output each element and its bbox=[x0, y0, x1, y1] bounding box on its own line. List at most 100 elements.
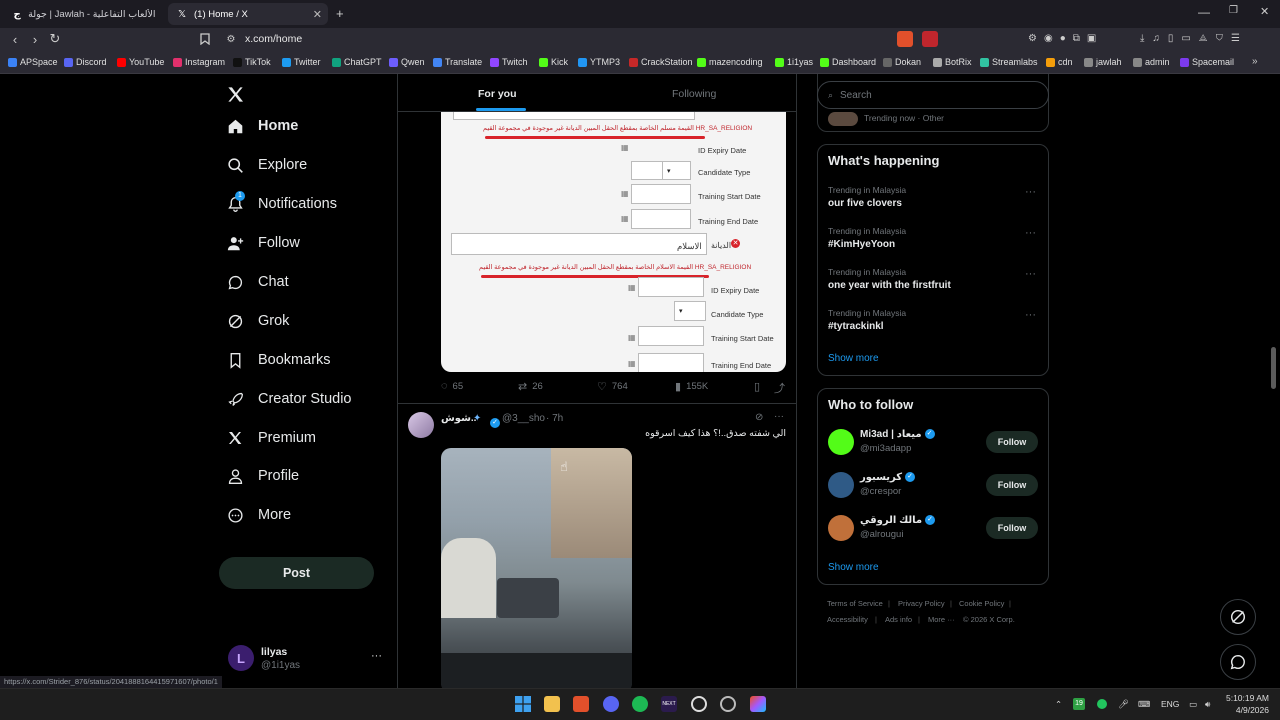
windows-start-icon[interactable] bbox=[515, 696, 531, 712]
restore-icon[interactable]: ❐ bbox=[1229, 5, 1238, 16]
trend-item[interactable]: one year with the firstfruit bbox=[828, 280, 951, 291]
views-button[interactable]: ▮ 155K bbox=[675, 380, 708, 393]
grok-icon[interactable]: ⊘ bbox=[755, 412, 763, 423]
bookmark-1i1yas[interactable]: 1i1yas bbox=[775, 57, 813, 67]
clock-time[interactable]: 5:10:19 AM bbox=[1225, 693, 1269, 703]
bookmark-youtube[interactable]: YouTube bbox=[117, 57, 164, 67]
follow-button[interactable]: Follow bbox=[986, 474, 1038, 496]
brave-shield-icon[interactable] bbox=[897, 31, 913, 47]
sidebar-item-creator-studio[interactable]: Creator Studio bbox=[226, 390, 352, 408]
reply-button[interactable]: ◌ 65 bbox=[441, 380, 463, 392]
follow-button[interactable]: Follow bbox=[986, 431, 1038, 453]
post-button[interactable]: Post bbox=[219, 557, 374, 589]
discord-icon[interactable] bbox=[603, 696, 619, 712]
bookmark-apspace[interactable]: APSpace bbox=[8, 57, 58, 67]
scrollbar[interactable] bbox=[1271, 347, 1276, 389]
x-logo-icon[interactable] bbox=[226, 85, 245, 109]
repost-button[interactable]: ⇄ 26 bbox=[518, 380, 543, 393]
trend-more-icon[interactable]: ··· bbox=[1025, 309, 1036, 321]
bookmark-mazencoding[interactable]: mazencoding bbox=[697, 57, 763, 67]
avatar[interactable] bbox=[828, 429, 854, 455]
bookmark-translate[interactable]: Translate bbox=[433, 57, 482, 67]
site-info-icon[interactable]: ⚙ bbox=[224, 32, 238, 46]
sidebar-item-more[interactable]: More bbox=[226, 506, 291, 524]
footer-terms-link[interactable]: Terms of Service bbox=[827, 599, 883, 608]
like-button[interactable]: ♡ 764 bbox=[597, 380, 628, 393]
share-button[interactable]: ⤴ bbox=[774, 380, 790, 396]
trend-more-icon[interactable]: ··· bbox=[1025, 227, 1036, 239]
footer-accessibility-link[interactable]: Accessibility bbox=[827, 615, 868, 624]
trend-item[interactable]: #tytrackinkl bbox=[828, 321, 884, 332]
bookmark-tiktok[interactable]: TikTok bbox=[233, 57, 271, 67]
sidebar-item-follow[interactable]: Follow bbox=[226, 234, 300, 252]
trend-more-icon[interactable]: ··· bbox=[1025, 268, 1036, 280]
extension-icons[interactable]: ⚙◉●⧉▣ bbox=[1028, 33, 1103, 44]
volume-icon[interactable]: 🔊︎ bbox=[1205, 699, 1210, 710]
follow-button[interactable]: Follow bbox=[986, 517, 1038, 539]
suggestion-name[interactable]: كريسبور ✓ bbox=[860, 472, 916, 483]
sidebar-item-grok[interactable]: Grok bbox=[226, 312, 289, 330]
sidebar-item-bookmarks[interactable]: Bookmarks bbox=[226, 351, 331, 369]
bookmark-twitter[interactable]: Twitter bbox=[282, 57, 321, 67]
brave-browser-icon[interactable] bbox=[573, 696, 589, 712]
bookmark-kick[interactable]: Kick bbox=[539, 57, 568, 67]
reload-icon[interactable]: ↻ bbox=[48, 31, 62, 46]
sidebar-item-explore[interactable]: Explore bbox=[226, 156, 307, 174]
bookmark-crackstation[interactable]: CrackStation bbox=[629, 57, 693, 67]
tab-following[interactable]: Following bbox=[672, 88, 716, 100]
next-app-icon[interactable]: NEXT bbox=[661, 696, 677, 712]
grok-fab-icon[interactable] bbox=[1220, 599, 1256, 635]
avatar[interactable] bbox=[828, 515, 854, 541]
bookmark-jawlah[interactable]: jawlah bbox=[1084, 57, 1122, 67]
bookmark-qwen[interactable]: Qwen bbox=[389, 57, 425, 67]
chatgpt-app-icon[interactable] bbox=[720, 696, 736, 712]
tray-badge[interactable]: 19 bbox=[1073, 698, 1085, 710]
tweet-handle[interactable]: @3__sho bbox=[502, 413, 545, 424]
tweet[interactable]: شوش.. ✦ ✓ @3__sho · 7h ⊘ ··· الي شفته صد… bbox=[398, 403, 796, 688]
bookmark-streamlabs[interactable]: Streamlabs bbox=[980, 57, 1038, 67]
trend-item[interactable]: #KimHyeYoon bbox=[828, 239, 895, 250]
bookmark-discord[interactable]: Discord bbox=[64, 57, 107, 67]
network-icon[interactable]: ▭ bbox=[1189, 699, 1197, 710]
avatar[interactable] bbox=[408, 412, 434, 438]
brave-rewards-icon[interactable] bbox=[922, 31, 938, 47]
bookmark-dashboard[interactable]: Dashboard bbox=[820, 57, 876, 67]
bookmark-page-icon[interactable] bbox=[198, 32, 212, 46]
tray-overflow-icon[interactable]: ⌃ bbox=[1055, 699, 1062, 710]
account-menu-icon[interactable]: ··· bbox=[371, 650, 382, 662]
bookmark-chatgpt[interactable]: ChatGPT bbox=[332, 57, 382, 67]
footer-more-link[interactable]: More ··· bbox=[928, 615, 955, 624]
forward-icon[interactable]: › bbox=[28, 32, 42, 47]
chat-fab-icon[interactable] bbox=[1220, 644, 1256, 680]
search-input[interactable]: ⌕ Search bbox=[817, 81, 1049, 109]
bookmark-admin[interactable]: admin bbox=[1133, 57, 1170, 67]
sidebar-item-chat[interactable]: Chat bbox=[226, 273, 289, 291]
trend-more-icon[interactable]: ··· bbox=[1025, 186, 1036, 198]
sidebar-item-notifications[interactable]: 1 Notifications bbox=[226, 191, 337, 213]
bookmark-twitch[interactable]: Twitch bbox=[490, 57, 528, 67]
sidebar-item-home[interactable]: Home bbox=[226, 117, 298, 135]
status-dot-icon[interactable] bbox=[1097, 699, 1107, 709]
figma-icon[interactable] bbox=[750, 696, 766, 712]
tweet-image-form[interactable]: القيمة مسلم الخاصة بمقطع الحقل المبين ال… bbox=[441, 112, 786, 372]
sidebar-item-premium[interactable]: Premium bbox=[226, 429, 316, 447]
bookmark-spacemail[interactable]: Spacemail bbox=[1180, 57, 1234, 67]
sidebar-item-profile[interactable]: Profile bbox=[226, 467, 299, 485]
bookmark-ytmp3[interactable]: YTMP3 bbox=[578, 57, 620, 67]
language-indicator[interactable]: ENG bbox=[1161, 699, 1179, 709]
close-window-icon[interactable]: ✕ bbox=[1260, 5, 1269, 18]
bookmark-button[interactable]: ▯ bbox=[754, 380, 765, 393]
keyboard-icon[interactable]: ⌨ bbox=[1138, 699, 1150, 710]
trend-item[interactable]: our five clovers bbox=[828, 198, 902, 209]
minimize-icon[interactable]: — bbox=[1198, 5, 1210, 19]
mic-icon[interactable]: 🎤︎ bbox=[1118, 699, 1129, 710]
suggestion-name[interactable]: Mi3ad | ميعاد ✓ bbox=[860, 429, 935, 440]
close-tab-icon[interactable]: ✕ bbox=[313, 8, 322, 21]
clock-date[interactable]: 4/9/2026 bbox=[1225, 705, 1269, 715]
steam-icon[interactable] bbox=[691, 696, 707, 712]
bookmark-instagram[interactable]: Instagram bbox=[173, 57, 225, 67]
more-bookmarks-icon[interactable]: » bbox=[1252, 56, 1258, 67]
tweet-more-icon[interactable]: ··· bbox=[774, 411, 784, 422]
toolbar-icons[interactable]: ⤓♫▯▭⟁⛉☰ bbox=[1140, 33, 1248, 44]
avatar[interactable]: L bbox=[228, 645, 254, 671]
